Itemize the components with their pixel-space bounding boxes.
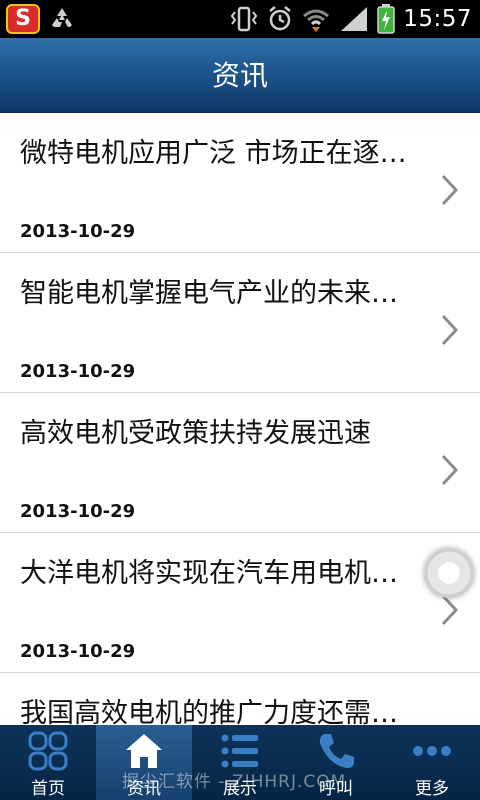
- app-s-icon: S: [6, 4, 40, 34]
- chevron-right-icon: [441, 594, 459, 626]
- news-item-date: 2013-10-29: [20, 361, 136, 382]
- chevron-right-icon: [441, 174, 459, 206]
- news-item[interactable]: 大洋电机将实现在汽车用电机… 2013-10-29: [0, 533, 480, 673]
- page-title: 资讯: [211, 59, 268, 92]
- news-item-date: 2013-10-29: [20, 501, 136, 522]
- phone-icon: [319, 734, 354, 769]
- more-dots-icon: [413, 746, 451, 756]
- news-item[interactable]: 高效电机受政策扶持发展迅速 2013-10-29: [0, 393, 480, 533]
- grid-icon: [28, 731, 68, 771]
- recycle-icon: [52, 8, 72, 27]
- news-item-title: 微特电机应用广泛 市场正在逐…: [20, 138, 407, 169]
- battery-charging-icon: [377, 4, 395, 34]
- news-item[interactable]: 智能电机掌握电气产业的未来… 2013-10-29: [0, 253, 480, 393]
- news-list[interactable]: 微特电机应用广泛 市场正在逐… 2013-10-29 智能电机掌握电气产业的未来…: [0, 113, 480, 725]
- nav-item-call[interactable]: 呼叫: [288, 725, 384, 800]
- alarm-icon: [269, 6, 291, 31]
- news-item-title: 智能电机掌握电气产业的未来…: [20, 278, 398, 309]
- news-item[interactable]: 我国高效电机的推广力度还需…: [0, 673, 480, 725]
- status-bar: S 15:57: [0, 0, 480, 38]
- signal-icon: [341, 7, 368, 31]
- news-item-title: 高效电机受政策扶持发展迅速: [20, 418, 371, 449]
- nav-item-news[interactable]: 资讯: [96, 725, 192, 800]
- nav-label: 更多: [415, 779, 449, 799]
- list-icon: [221, 734, 258, 768]
- home-icon: [126, 734, 162, 768]
- nav-item-home[interactable]: 首页: [0, 725, 96, 800]
- nav-label: 展示: [223, 779, 257, 799]
- chevron-right-icon: [441, 314, 459, 346]
- nav-label: 首页: [31, 779, 65, 799]
- wifi-icon: [303, 9, 330, 32]
- news-item-date: 2013-10-29: [20, 221, 136, 242]
- news-item-date: 2013-10-29: [20, 641, 136, 662]
- chevron-right-icon: [441, 454, 459, 486]
- nav-label: 资讯: [127, 779, 161, 799]
- nav-item-display[interactable]: 展示: [192, 725, 288, 800]
- news-item[interactable]: 微特电机应用广泛 市场正在逐… 2013-10-29: [0, 113, 480, 253]
- news-item-title: 大洋电机将实现在汽车用电机…: [20, 558, 398, 589]
- nav-item-more[interactable]: 更多: [384, 725, 480, 800]
- vibrate-icon: [230, 6, 258, 32]
- status-clock: 15:57: [403, 6, 472, 32]
- bottom-nav: 首页 资讯 展示 呼叫 更多: [0, 725, 480, 800]
- news-item-title: 我国高效电机的推广力度还需…: [20, 698, 398, 725]
- title-bar: 资讯: [0, 38, 480, 113]
- nav-label: 呼叫: [319, 779, 353, 799]
- floating-assist-button[interactable]: [424, 548, 474, 598]
